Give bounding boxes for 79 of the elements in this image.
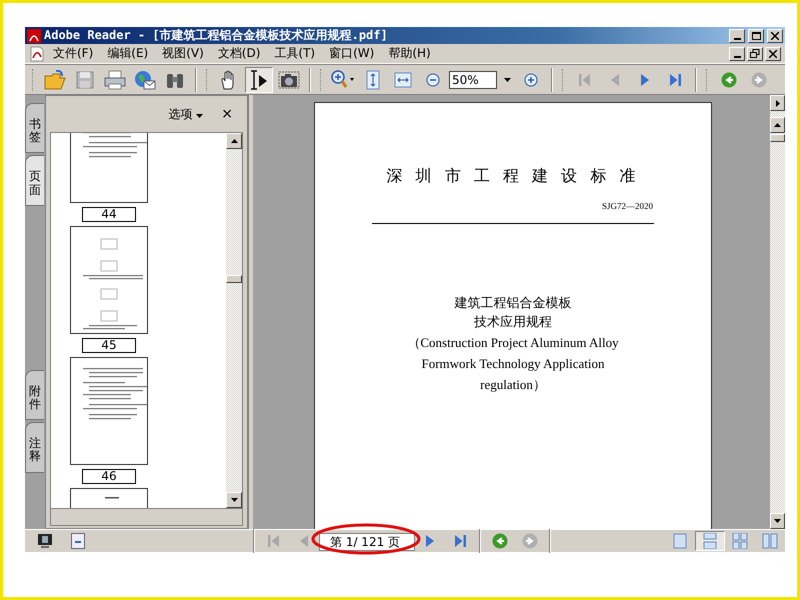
previous-page-icon	[299, 534, 309, 548]
menu-item[interactable]: 工具(T)	[268, 44, 322, 63]
menu-item[interactable]: 视图(V)	[156, 44, 210, 63]
english-title: regulation）	[480, 376, 546, 394]
globe-envelope-icon	[134, 70, 156, 90]
plus-icon	[524, 72, 538, 86]
continuous-layout-button[interactable]	[695, 531, 725, 551]
side-tab[interactable]: 书签	[25, 103, 44, 154]
two-pages-icon	[762, 533, 778, 549]
menu-item[interactable]: 文档(D)	[212, 44, 266, 63]
scrollbar[interactable]	[226, 133, 242, 508]
next-page-icon	[425, 534, 435, 548]
up-arrow-icon	[230, 139, 238, 143]
side-tab[interactable]: 页面	[25, 155, 44, 206]
menu-item[interactable]: 文件(F)	[47, 44, 100, 63]
close-document-button[interactable]	[765, 46, 781, 60]
restore-document-button[interactable]	[747, 46, 763, 60]
minus-icon	[426, 72, 440, 86]
select-tool-button[interactable]	[245, 66, 273, 92]
page-thumbnail[interactable]	[70, 357, 148, 465]
continuous-pages-icon	[703, 533, 717, 549]
folder-icon	[44, 70, 66, 90]
menu-item[interactable]: 帮助(H)	[382, 44, 437, 63]
reader-logo-icon	[27, 28, 41, 42]
printer-icon	[104, 70, 126, 90]
minimize-icon	[734, 56, 740, 58]
document-title: 建筑工程铝合金模板	[454, 295, 572, 313]
next-page-icon	[640, 72, 650, 86]
up-arrow-icon	[774, 123, 781, 127]
first-page-icon	[267, 534, 281, 548]
page-number-label: 45	[82, 338, 136, 353]
caret-icon	[504, 78, 510, 82]
zoom-field[interactable]: 50%	[449, 70, 497, 88]
menu-item[interactable]: 窗口(W)	[323, 44, 380, 63]
side-tab[interactable]: 注释	[25, 422, 44, 472]
window-icon	[71, 533, 85, 549]
minimize-button[interactable]	[729, 28, 745, 42]
maximize-icon	[752, 32, 760, 40]
standard-code: SJG72—2020	[602, 201, 653, 211]
document-title: 技术应用规程	[474, 314, 552, 332]
right-arrow-icon	[776, 100, 780, 106]
fit-width-icon	[394, 72, 412, 88]
close-button[interactable]	[767, 28, 783, 42]
maximize-button[interactable]	[748, 28, 764, 42]
four-pages-icon	[732, 533, 748, 549]
english-title: Formwork Technology Application	[422, 355, 604, 373]
minimize-document-button[interactable]	[729, 46, 745, 60]
menu-item[interactable]: 编辑(E)	[101, 44, 154, 63]
text-cursor-arrow-icon	[249, 70, 269, 90]
single-page-icon	[673, 533, 687, 549]
monitor-icon	[37, 533, 53, 549]
window-title: Adobe Reader - [市建筑工程铝合金模板技术应用规程.pdf]	[44, 27, 389, 44]
last-page-icon	[453, 534, 467, 548]
panel-close-button[interactable]: ×	[221, 106, 233, 122]
close-icon	[769, 50, 777, 58]
previous-page-icon	[610, 72, 620, 86]
english-title: （Construction Project Aluminum Alloy	[407, 334, 619, 352]
scrollbar[interactable]	[770, 95, 785, 529]
camera-icon	[278, 70, 300, 88]
scroll-thumb[interactable]	[770, 134, 785, 142]
standard-heading: 深 圳 市 工 程 建 设 标 准	[386, 166, 640, 187]
scroll-thumb[interactable]	[226, 275, 242, 283]
first-page-icon	[578, 72, 592, 86]
magnifier-icon	[331, 70, 355, 90]
page-number-label: 44	[82, 207, 136, 222]
last-page-icon	[668, 72, 682, 86]
horizontal-scrollbar[interactable]	[50, 509, 243, 526]
page-number-field[interactable]: 第 1/ 121 页	[319, 533, 415, 552]
restore-icon	[750, 49, 760, 58]
options-menu-button[interactable]: 选项	[168, 106, 204, 122]
close-icon	[771, 32, 779, 40]
fit-height-icon	[366, 70, 380, 90]
down-arrow-icon	[230, 498, 238, 502]
page-thumbnail[interactable]	[70, 226, 148, 334]
page-number-label: 46	[82, 469, 136, 484]
minimize-icon	[734, 38, 740, 40]
caret-icon	[196, 114, 204, 118]
side-tab[interactable]: 附件	[25, 370, 44, 420]
down-arrow-icon	[774, 519, 781, 523]
